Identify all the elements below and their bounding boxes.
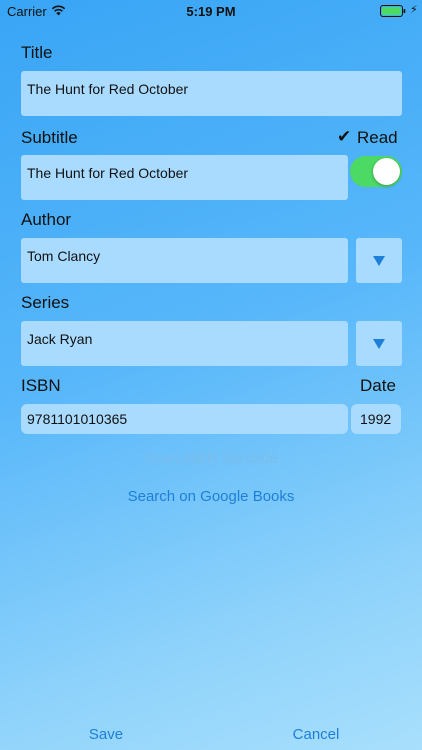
battery-icon	[380, 5, 406, 17]
subtitle-field[interactable]: The Hunt for Red October	[21, 155, 348, 200]
author-dropdown-button[interactable]	[356, 238, 402, 283]
author-field[interactable]: Tom Clancy	[21, 238, 348, 283]
chevron-down-icon	[373, 255, 385, 266]
search-google-books-button[interactable]: Search on Google Books	[0, 488, 422, 505]
title-label: Title	[21, 43, 53, 62]
read-checkmark: ✔	[337, 127, 352, 146]
status-bar: Carrier 5:19 PM ⚡︎	[0, 0, 422, 22]
save-button[interactable]: Save	[78, 726, 134, 743]
scan-isbn-button[interactable]: Scan ISBN Barcode	[0, 450, 422, 467]
read-toggle[interactable]	[350, 156, 402, 187]
series-label: Series	[21, 293, 70, 312]
isbn-field[interactable]: 9781101010365	[21, 404, 348, 434]
series-field[interactable]: Jack Ryan	[21, 321, 348, 366]
subtitle-label: Subtitle	[21, 128, 78, 147]
toggle-knob	[373, 158, 400, 185]
date-label: Date	[360, 376, 396, 395]
series-dropdown-button[interactable]	[356, 321, 402, 366]
clock: 5:19 PM	[186, 4, 236, 19]
read-label: Read	[357, 128, 398, 147]
cancel-button[interactable]: Cancel	[285, 726, 347, 743]
bolt-icon: ⚡︎	[410, 4, 418, 16]
chevron-down-icon	[373, 338, 385, 349]
title-field[interactable]: The Hunt for Red October	[21, 71, 402, 116]
date-field[interactable]: 1992	[351, 404, 401, 434]
author-label: Author	[21, 210, 72, 229]
isbn-label: ISBN	[21, 376, 61, 395]
